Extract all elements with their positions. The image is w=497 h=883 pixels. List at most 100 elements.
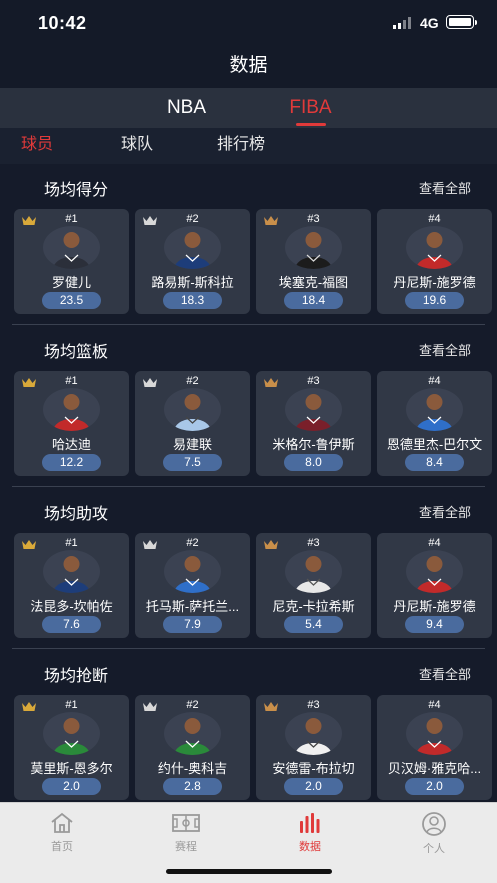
player-avatar [43, 226, 100, 269]
player-card[interactable]: #1 莫里斯-恩多尔 2.0 [14, 695, 129, 800]
player-rank: #4 [428, 375, 441, 387]
player-stat-value: 7.6 [42, 616, 101, 633]
home-icon [51, 812, 73, 833]
player-stat-value: 5.4 [284, 616, 343, 633]
subtab-players[interactable]: 球员 [21, 128, 53, 164]
player-name: 丹尼斯-施罗德 [393, 599, 476, 614]
player-name: 托马斯-萨托兰... [145, 599, 240, 614]
player-card[interactable]: #3 米格尔-鲁伊斯 8.0 [256, 371, 371, 476]
player-card[interactable]: #4 恩德里杰-巴尔文 8.4 [377, 371, 492, 476]
see-all-link[interactable]: 查看全部 [419, 502, 471, 521]
subtab-teams[interactable]: 球队 [121, 128, 153, 164]
bottom-tab-stats[interactable]: 数据 [270, 811, 350, 854]
player-name: 哈达迪 [51, 437, 91, 452]
player-name: 法昆多-坎帕佐 [30, 599, 113, 614]
player-rank: #2 [186, 699, 199, 711]
player-card[interactable]: #2 托马斯-萨托兰... 7.9 [135, 533, 250, 638]
player-card[interactable]: #3 尼克-卡拉希斯 5.4 [256, 533, 371, 638]
player-rank: #3 [307, 699, 320, 711]
player-name: 莫里斯-恩多尔 [30, 761, 113, 776]
player-card[interactable]: #4 丹尼斯-施罗德 9.4 [377, 533, 492, 638]
player-avatar [285, 226, 342, 269]
battery-icon [446, 15, 477, 29]
section-title: 场均篮板 [44, 344, 109, 361]
page-header: 数据 [0, 44, 497, 88]
player-avatar [285, 550, 342, 593]
player-card[interactable]: #2 约什-奥科吉 2.8 [135, 695, 250, 800]
tab-fiba[interactable]: FIBA [249, 88, 373, 128]
bottom-tab-profile[interactable]: 个人 [394, 811, 474, 856]
player-stat-value: 7.5 [163, 454, 222, 471]
bottom-tab-schedule[interactable]: 赛程 [146, 811, 226, 854]
stats-content: 场均得分 查看全部 #1 罗健儿 23.5 #2 路易斯-斯科拉 18.3 #3 埃塞克-福图 18… [0, 164, 497, 802]
player-card[interactable]: #2 易建联 7.5 [135, 371, 250, 476]
player-card[interactable]: #4 贝汉姆·雅克哈... 2.0 [377, 695, 492, 800]
player-stat-value: 18.4 [284, 292, 343, 309]
player-avatar [406, 388, 463, 431]
player-rank: #1 [65, 213, 78, 225]
see-all-link[interactable]: 查看全部 [419, 178, 471, 197]
player-avatar [164, 226, 221, 269]
player-stat-value: 2.0 [42, 778, 101, 795]
sub-tabs: 球员 球队 排行榜 [0, 128, 497, 164]
player-card[interactable]: #3 安德雷-布拉切 2.0 [256, 695, 371, 800]
signal-icon [393, 17, 411, 29]
player-stat-value: 2.8 [163, 778, 222, 795]
player-stat-value: 8.0 [284, 454, 343, 471]
stat-section: 场均篮板 查看全部 #1 哈达迪 12.2 #2 易建联 7.5 #3 米格尔-鲁伊斯 8.0 #4 恩… [0, 326, 497, 488]
player-avatar [164, 712, 221, 755]
player-rank: #1 [65, 699, 78, 711]
player-card[interactable]: #3 埃塞克-福图 18.4 [256, 209, 371, 314]
network-label: 4G [420, 15, 439, 31]
player-name: 丹尼斯-施罗德 [393, 275, 476, 290]
player-rank: #2 [186, 537, 199, 549]
status-bar: 10:42 4G [0, 0, 497, 44]
player-stat-value: 23.5 [42, 292, 101, 309]
tab-nba[interactable]: NBA [125, 88, 249, 128]
player-stat-value: 2.0 [284, 778, 343, 795]
bottom-tab-stats-label: 数据 [299, 841, 321, 853]
court-icon [172, 814, 200, 832]
player-rank: #4 [428, 699, 441, 711]
player-name: 安德雷-布拉切 [272, 761, 355, 776]
player-card[interactable]: #1 罗健儿 23.5 [14, 209, 129, 314]
player-card[interactable]: #4 丹尼斯-施罗德 19.6 [377, 209, 492, 314]
section-divider [12, 486, 485, 487]
player-rank: #3 [307, 213, 320, 225]
player-rank: #4 [428, 537, 441, 549]
player-stat-value: 18.3 [163, 292, 222, 309]
status-time: 10:42 [38, 13, 87, 33]
player-avatar [43, 712, 100, 755]
stat-section: 场均得分 查看全部 #1 罗健儿 23.5 #2 路易斯-斯科拉 18.3 #3 埃塞克-福图 18… [0, 164, 497, 326]
player-stat-value: 19.6 [405, 292, 464, 309]
bottom-tab-profile-label: 个人 [423, 843, 445, 855]
player-avatar [285, 712, 342, 755]
subtab-rankings[interactable]: 排行榜 [217, 128, 265, 164]
player-rank: #1 [65, 537, 78, 549]
player-name: 易建联 [172, 437, 212, 452]
player-rank: #2 [186, 375, 199, 387]
player-name: 路易斯-斯科拉 [151, 275, 234, 290]
player-avatar [406, 550, 463, 593]
see-all-link[interactable]: 查看全部 [419, 664, 471, 683]
section-title: 场均助攻 [44, 506, 109, 523]
player-avatar [164, 550, 221, 593]
player-rank: #4 [428, 213, 441, 225]
player-name: 米格尔-鲁伊斯 [272, 437, 355, 452]
player-stat-value: 12.2 [42, 454, 101, 471]
player-card[interactable]: #1 法昆多-坎帕佐 7.6 [14, 533, 129, 638]
player-avatar [406, 226, 463, 269]
player-rank: #1 [65, 375, 78, 387]
player-name: 约什-奥科吉 [157, 761, 228, 776]
player-name: 尼克-卡拉希斯 [272, 599, 355, 614]
home-indicator [166, 869, 332, 874]
player-card[interactable]: #1 哈达迪 12.2 [14, 371, 129, 476]
profile-icon [422, 812, 446, 836]
player-card[interactable]: #2 路易斯-斯科拉 18.3 [135, 209, 250, 314]
player-name: 罗健儿 [51, 275, 91, 290]
bottom-tab-schedule-label: 赛程 [175, 841, 197, 853]
player-avatar [43, 550, 100, 593]
see-all-link[interactable]: 查看全部 [419, 340, 471, 359]
page-title: 数据 [229, 55, 268, 76]
bottom-tab-home[interactable]: 首页 [22, 811, 102, 854]
